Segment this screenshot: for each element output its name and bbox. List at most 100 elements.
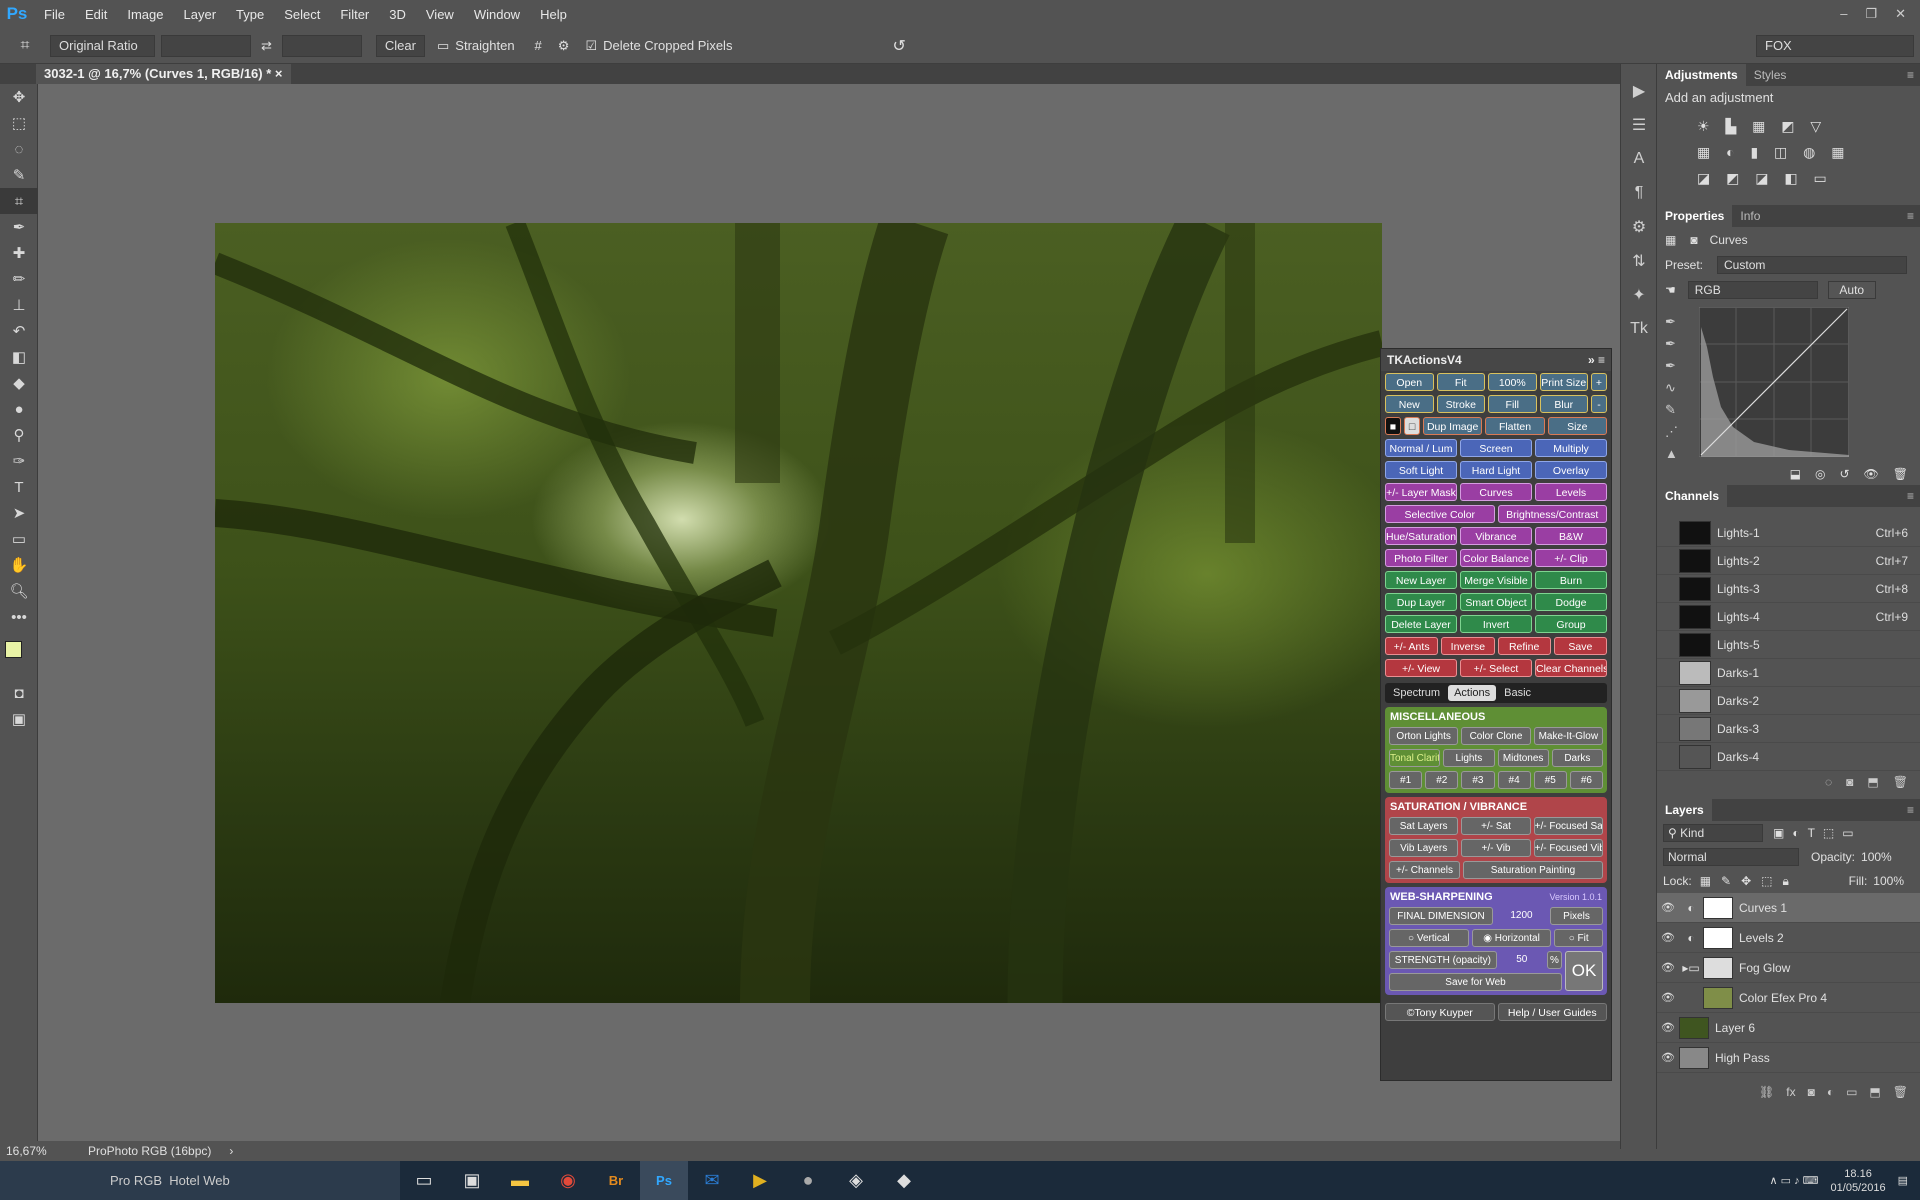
tk-button[interactable]: +/- Ants: [1385, 637, 1439, 655]
tk-button[interactable]: +/- Channels: [1389, 861, 1460, 879]
tk-button[interactable]: □: [1404, 417, 1420, 435]
tk-button[interactable]: Merge Visible: [1460, 571, 1532, 589]
panel-menu-icon[interactable]: ≡: [1907, 803, 1920, 817]
channel-row[interactable]: Darks-1: [1657, 659, 1920, 687]
tk-button[interactable]: Open: [1385, 373, 1434, 391]
tk-button[interactable]: Screen: [1460, 439, 1532, 457]
play-icon[interactable]: ▶: [1621, 76, 1657, 106]
tk-button[interactable]: +/- Focused Sat: [1533, 817, 1603, 835]
tk-button[interactable]: Fill: [1488, 395, 1537, 413]
lock-icons[interactable]: ▦✎✥⬚🔒︎: [1700, 874, 1799, 889]
close-icon[interactable]: ✕: [1895, 6, 1906, 22]
history-brush-tool-icon[interactable]: ↶: [0, 318, 38, 344]
tk-button[interactable]: #1: [1389, 771, 1423, 789]
app-icon[interactable]: ◆: [880, 1161, 928, 1200]
layer-row[interactable]: 👁︎ Color Efex Pro 4: [1657, 983, 1920, 1013]
tk-button[interactable]: Selective Color: [1385, 505, 1495, 523]
ok-button[interactable]: OK: [1565, 951, 1603, 991]
tk-button[interactable]: Color Balance: [1460, 549, 1532, 567]
minimize-icon[interactable]: –: [1840, 6, 1847, 22]
eye-icon[interactable]: 👁︎: [1657, 1021, 1679, 1034]
tk-button[interactable]: ■: [1385, 417, 1401, 435]
tk-button[interactable]: Soft Light: [1385, 461, 1457, 479]
kind-filter-dropdown[interactable]: ⚲ Kind: [1663, 824, 1763, 842]
new-channel-icon[interactable]: ⬒: [1867, 775, 1878, 789]
menu-window[interactable]: Window: [464, 7, 530, 22]
fit-radio[interactable]: ○ Fit: [1554, 929, 1603, 947]
mask-icon[interactable]: ◙: [1808, 1085, 1815, 1099]
app-icon[interactable]: ◈: [832, 1161, 880, 1200]
tk-button[interactable]: Multiply: [1535, 439, 1607, 457]
path-select-tool-icon[interactable]: ➤: [0, 500, 38, 526]
foreground-color-swatch[interactable]: [5, 641, 22, 658]
save-for-web-button[interactable]: Save for Web: [1389, 973, 1562, 991]
workspace-dropdown[interactable]: FOX: [1756, 34, 1914, 57]
fx-icon[interactable]: fx: [1786, 1085, 1795, 1099]
tony-kuyper-button[interactable]: ©Tony Kuyper: [1385, 1003, 1495, 1021]
tk-button[interactable]: Dup Image: [1423, 417, 1483, 435]
clock[interactable]: 18.16 01/05/2016: [1831, 1167, 1886, 1195]
quick-select-tool-icon[interactable]: ✎: [0, 162, 38, 188]
menu-3d[interactable]: 3D: [379, 7, 416, 22]
trash-icon[interactable]: 🗑︎: [1893, 1085, 1908, 1099]
menu-type[interactable]: Type: [226, 7, 274, 22]
tk-button[interactable]: Hard Light: [1460, 461, 1532, 479]
restore-icon[interactable]: ❐: [1865, 6, 1877, 22]
tk-button[interactable]: Saturation Painting: [1463, 861, 1603, 879]
tk-button[interactable]: Overlay: [1535, 461, 1607, 479]
tk-button[interactable]: Make-It-Glow: [1533, 727, 1603, 745]
channel-dropdown[interactable]: RGB: [1687, 281, 1818, 299]
tk-button[interactable]: Refine: [1497, 637, 1551, 655]
help-guides-button[interactable]: Help / User Guides: [1497, 1003, 1607, 1021]
tk-button[interactable]: +/- Clip: [1535, 549, 1607, 567]
task-view-icon[interactable]: ▭: [400, 1161, 448, 1200]
layer-row[interactable]: 👁︎ Layer 6: [1657, 1013, 1920, 1043]
marquee-tool-icon[interactable]: ⬚: [0, 110, 38, 136]
tab-properties[interactable]: Properties: [1657, 205, 1733, 227]
lasso-tool-icon[interactable]: ◌: [0, 136, 38, 162]
tk-button[interactable]: Size: [1547, 417, 1607, 435]
tk-button[interactable]: +/- Focused Vib: [1533, 839, 1603, 857]
ratio-dropdown[interactable]: Original Ratio: [50, 34, 155, 57]
sphere-icon[interactable]: ●: [784, 1161, 832, 1200]
straighten-icon[interactable]: ▭: [437, 38, 449, 54]
bridge-icon[interactable]: Br: [592, 1161, 640, 1200]
tab-styles[interactable]: Styles: [1746, 64, 1795, 86]
tk-button[interactable]: Orton Lights: [1389, 727, 1459, 745]
reset-icon[interactable]: ↺: [892, 36, 905, 56]
tk-button[interactable]: New Layer: [1385, 571, 1457, 589]
tk-button[interactable]: Dup Layer: [1385, 593, 1457, 611]
fill-value[interactable]: 100%: [1873, 874, 1904, 888]
tk-button[interactable]: Fit: [1436, 373, 1485, 391]
paragraph-icon[interactable]: ¶: [1621, 178, 1657, 208]
tk-button[interactable]: Flatten: [1485, 417, 1545, 435]
tk-button[interactable]: Blur: [1539, 395, 1588, 413]
clone-stamp-tool-icon[interactable]: ⊥: [0, 292, 38, 318]
channel-row[interactable]: Lights-4 Ctrl+9: [1657, 603, 1920, 631]
vertical-radio[interactable]: ○ Vertical: [1389, 929, 1469, 947]
chrome-icon[interactable]: ◉: [544, 1161, 592, 1200]
preset-dropdown[interactable]: Custom: [1717, 256, 1908, 274]
tk-button[interactable]: 100%: [1488, 373, 1537, 391]
tk-button[interactable]: Inverse: [1441, 637, 1495, 655]
eye-icon[interactable]: 👁︎: [1657, 931, 1679, 944]
brush-tool-icon[interactable]: ✏: [0, 266, 38, 292]
grid-overlay-icon[interactable]: #: [535, 38, 542, 53]
tk-button[interactable]: +/- Vib: [1461, 839, 1531, 857]
filter-icons[interactable]: ▣◐T⬚▭: [1773, 826, 1862, 840]
tk-button[interactable]: Lights: [1443, 749, 1495, 767]
tk-button[interactable]: Print Size: [1539, 373, 1588, 391]
tk-button[interactable]: #6: [1569, 771, 1604, 789]
strength-input[interactable]: 50: [1499, 951, 1544, 969]
tk-button[interactable]: #3: [1461, 771, 1495, 789]
tab-layers[interactable]: Layers: [1657, 799, 1712, 821]
gear-icon[interactable]: ⚙: [1621, 212, 1657, 242]
tk-button[interactable]: Darks: [1551, 749, 1603, 767]
tk-button[interactable]: +/- View: [1385, 659, 1457, 677]
tk-button[interactable]: +/- Sat: [1461, 817, 1531, 835]
move-tool-icon[interactable]: ✥: [0, 84, 38, 110]
tk-button[interactable]: Dodge: [1535, 593, 1607, 611]
collapse-icon[interactable]: » ≡: [1588, 353, 1605, 367]
straighten-label[interactable]: Straighten: [455, 38, 514, 53]
tk-button[interactable]: Smart Object: [1460, 593, 1532, 611]
